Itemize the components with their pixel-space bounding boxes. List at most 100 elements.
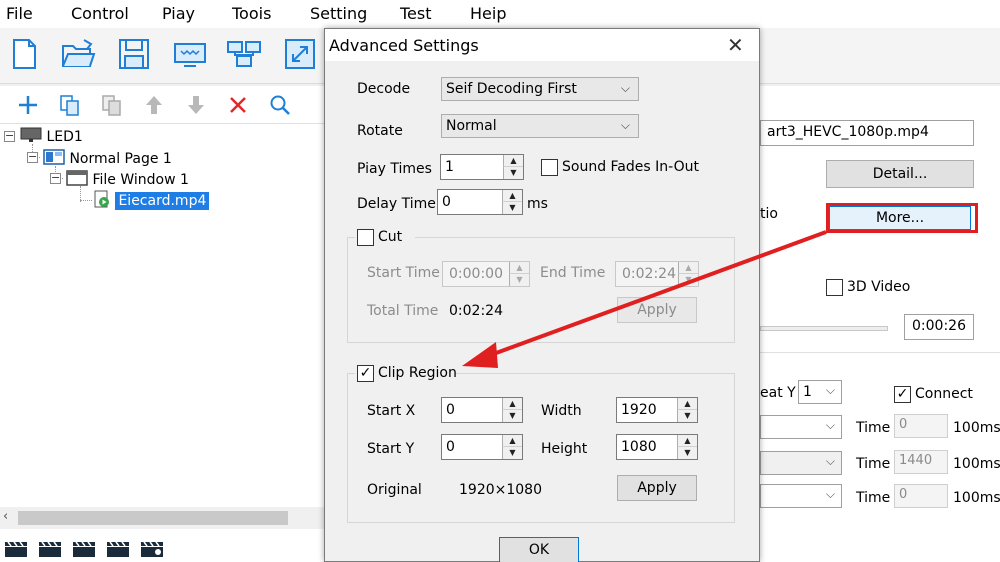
open-folder-icon[interactable] [60, 36, 96, 72]
rotate-label: Rotate [357, 123, 403, 139]
progress-track[interactable] [760, 326, 888, 331]
spin-down-icon[interactable]: ▼ [677, 410, 697, 422]
effect-select-2[interactable]: ⌵ [760, 451, 842, 475]
start-y-label: Start Y [367, 441, 415, 457]
repeat-value: 1 [803, 384, 812, 400]
spin-up-icon[interactable]: ▲ [509, 262, 529, 274]
end-time-spinner[interactable]: 0:02:24 ▲ ▼ [615, 261, 699, 287]
new-file-icon[interactable] [6, 36, 42, 72]
spin-up-icon[interactable]: ▲ [502, 398, 522, 410]
effect-select-3[interactable]: ⌵ [760, 484, 842, 508]
clapper-icon[interactable] [38, 540, 62, 562]
clapper-icon[interactable] [106, 540, 130, 562]
add-icon[interactable] [16, 93, 40, 117]
menu-play[interactable]: Piay [162, 4, 195, 23]
spin-down-icon[interactable]: ▼ [677, 447, 697, 459]
cut-groupbox [347, 237, 735, 343]
delay-time-value: 0 [442, 194, 451, 210]
tree-node-led[interactable]: LED1 [20, 127, 83, 147]
tree-node-file[interactable]: Eiecard.mp4 [93, 190, 210, 212]
tree-node-page[interactable]: Normal Page 1 [43, 149, 172, 169]
play-times-label: Piay Times [357, 161, 432, 177]
start-x-spinner[interactable]: 0 ▲ ▼ [441, 397, 523, 423]
close-icon[interactable]: ✕ [727, 33, 744, 57]
spin-up-icon[interactable]: ▲ [678, 262, 698, 274]
end-time-label: End Time [540, 265, 606, 281]
horizontal-scrollbar[interactable]: ‹ [0, 507, 324, 529]
detail-button[interactable]: Detail... [826, 160, 974, 188]
network-icon[interactable] [226, 36, 262, 72]
repeat-select[interactable]: 1 ⌵ [798, 380, 842, 404]
advanced-settings-dialog: Advanced Settings ✕ Decode Seif Decoding… [324, 28, 760, 562]
spin-down-icon[interactable]: ▼ [502, 410, 522, 422]
unit-label: 100ms [953, 456, 1000, 472]
paste-icon[interactable] [100, 93, 124, 117]
clapper-icon[interactable] [140, 540, 164, 562]
clapper-icon[interactable] [4, 540, 28, 562]
tree-collapse-toggle[interactable]: − [50, 172, 61, 184]
tree-node-label: Normal Page 1 [69, 151, 172, 167]
spin-down-icon[interactable]: ▼ [678, 274, 698, 286]
play-times-spinner[interactable]: 1 ▲ ▼ [440, 154, 524, 180]
delete-icon[interactable] [226, 93, 250, 117]
time-field-3[interactable]: 0 [894, 484, 948, 508]
time-field-2[interactable]: 1440 [894, 450, 948, 474]
clip-region-checkbox[interactable]: ✓ [357, 365, 374, 382]
video-file-icon [93, 190, 111, 212]
connect-label: Connect [915, 386, 973, 402]
spin-up-icon[interactable]: ▲ [677, 435, 697, 447]
start-time-spinner[interactable]: 0:00:00 ▲ ▼ [442, 261, 530, 287]
width-spinner[interactable]: 1920 ▲ ▼ [616, 397, 698, 423]
menu-tools[interactable]: Toois [232, 4, 271, 23]
spin-down-icon[interactable]: ▼ [502, 202, 522, 214]
decode-select[interactable]: Seif Decoding First ⌵ [441, 77, 639, 101]
connect-checkbox[interactable]: ✓ [894, 386, 911, 403]
tree-node-window[interactable]: File Window 1 [66, 170, 189, 190]
ok-button[interactable]: OK [499, 537, 579, 562]
cut-apply-button[interactable]: Apply [617, 297, 697, 323]
3d-video-checkbox[interactable] [826, 279, 843, 296]
spin-down-icon[interactable]: ▼ [503, 167, 523, 179]
spin-down-icon[interactable]: ▼ [509, 274, 529, 286]
cut-checkbox[interactable] [357, 229, 374, 246]
spin-down-icon[interactable]: ▼ [502, 447, 522, 459]
cut-header: Cut [355, 228, 415, 248]
clip-region-header: ✓ Clip Region [355, 364, 457, 384]
save-icon[interactable] [116, 36, 152, 72]
fullscreen-icon[interactable] [282, 36, 318, 72]
page-icon [43, 149, 65, 169]
clapper-icon[interactable] [72, 540, 96, 562]
screen-icon[interactable] [172, 36, 208, 72]
rotate-select[interactable]: Normal ⌵ [441, 114, 639, 138]
move-down-icon[interactable] [184, 93, 208, 117]
delay-time-spinner[interactable]: 0 ▲ ▼ [437, 189, 523, 215]
menu-help[interactable]: Heip [470, 4, 506, 23]
height-spinner[interactable]: 1080 ▲ ▼ [616, 434, 698, 460]
search-icon[interactable] [268, 93, 292, 117]
move-up-icon[interactable] [142, 93, 166, 117]
scrollbar-thumb[interactable] [18, 511, 288, 525]
menu-test[interactable]: Test [400, 4, 432, 23]
duration-field[interactable]: 0:00:26 [904, 314, 974, 340]
start-y-spinner[interactable]: 0 ▲ ▼ [441, 434, 523, 460]
menu-setting[interactable]: Setting [310, 4, 367, 23]
spin-up-icon[interactable]: ▲ [502, 435, 522, 447]
tree-collapse-toggle[interactable]: − [27, 151, 38, 163]
spin-up-icon[interactable]: ▲ [503, 155, 523, 167]
3d-video-label: 3D Video [847, 279, 911, 295]
effect-select-1[interactable]: ⌵ [760, 415, 842, 439]
sound-fades-checkbox[interactable] [541, 159, 558, 176]
scroll-left-icon[interactable]: ‹ [3, 509, 8, 524]
start-x-value: 0 [446, 402, 455, 418]
clip-apply-button[interactable]: Apply [617, 475, 697, 501]
spin-up-icon[interactable]: ▲ [677, 398, 697, 410]
menu-control[interactable]: Control [71, 4, 129, 23]
spin-up-icon[interactable]: ▲ [502, 190, 522, 202]
decode-value: Seif Decoding First [446, 81, 577, 97]
menu-file[interactable]: File [6, 4, 33, 23]
copy-icon[interactable] [58, 93, 82, 117]
time-field-1[interactable]: 0 [894, 414, 948, 438]
tree-collapse-toggle[interactable]: − [4, 130, 15, 142]
file-path-field[interactable]: art3_HEVC_1080p.mp4 [760, 120, 974, 146]
start-y-value: 0 [446, 439, 455, 455]
